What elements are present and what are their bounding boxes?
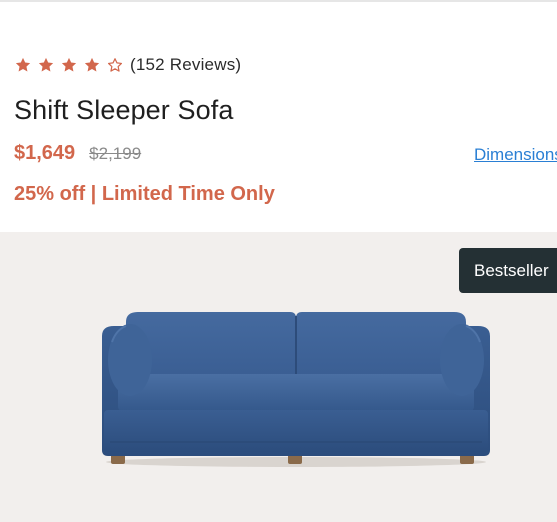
bestseller-badge: Bestseller xyxy=(459,248,557,293)
star-rating xyxy=(14,56,129,74)
original-price: $2,199 xyxy=(89,144,142,163)
star-empty-icon xyxy=(107,58,123,72)
star-filled-icon xyxy=(61,57,77,72)
star-filled-icon xyxy=(15,57,31,72)
top-divider xyxy=(0,0,557,2)
star-filled-icon xyxy=(38,57,54,72)
star-filled-icon xyxy=(84,57,100,72)
sale-price: $1,649 xyxy=(14,142,76,164)
promo-text: 25% off | Limited Time Only xyxy=(14,183,275,205)
price-row: $1,649 $2,199 xyxy=(14,142,141,165)
reviews-count[interactable]: (152 Reviews) xyxy=(130,55,241,75)
dimensions-link[interactable]: Dimensions xyxy=(474,145,557,165)
product-title: Shift Sleeper Sofa xyxy=(14,95,234,125)
product-image-area[interactable]: Bestseller xyxy=(0,232,557,522)
rating-row[interactable]: (152 Reviews) xyxy=(14,54,241,76)
sofa-image xyxy=(102,312,490,467)
product-page: (152 Reviews) Shift Sleeper Sofa $1,649 … xyxy=(0,0,557,522)
